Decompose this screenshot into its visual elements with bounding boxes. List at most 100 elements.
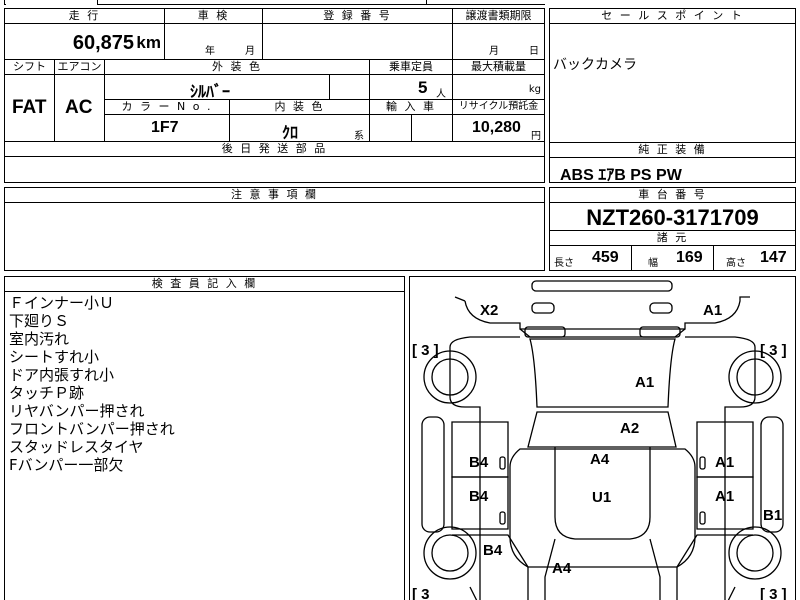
- color-no-cell: 1F7: [105, 115, 230, 142]
- transfer-day-unit: 日: [529, 46, 539, 57]
- chassis-box: 車 台 番 号 NZT260-3171709 諸 元 長さ 459 幅 169 …: [549, 187, 796, 271]
- transfer-cell: 月 日: [453, 24, 544, 60]
- inspector-line: ドア内張すれ小: [9, 366, 115, 384]
- recycle-unit: 円: [531, 131, 541, 142]
- length-cell: 長さ 459: [550, 245, 632, 271]
- interior-color-label: 内 装 色: [230, 100, 370, 115]
- inspection-label: 車 検: [165, 9, 263, 24]
- later-parts-label: 後 日 発 送 部 品: [5, 142, 544, 157]
- recycle-value: 10,280: [472, 119, 521, 136]
- car-diagram: X2 A1 A1 A2 A4 U1 A4 B4 B4 B4 A1 A1 B1 […: [412, 280, 787, 600]
- shift-value: FAT: [12, 97, 47, 118]
- equipment-value: ABS ｴｱB PS PW: [560, 167, 682, 184]
- tire-label-rear-right: [ 3 ]: [760, 586, 787, 600]
- import-cell-b: [412, 115, 453, 142]
- mileage-cell: 60,875 km: [5, 24, 165, 60]
- inspection-cell: 年 月: [165, 24, 263, 60]
- capacity-cell: 5 人: [370, 75, 453, 100]
- width-label: 幅: [648, 258, 658, 269]
- top-fragment-strip: [0, 0, 548, 6]
- car-diagram-box: X2 A1 A1 A2 A4 U1 A4 B4 B4 B4 A1 A1 B1 […: [409, 276, 796, 600]
- equipment-box: 純 正 装 備 ABS ｴｱB PS PW: [549, 142, 796, 184]
- inspector-line: 室内汚れ: [9, 330, 70, 348]
- left-side-strip: [421, 416, 445, 533]
- chassis-label: 車 台 番 号: [550, 188, 795, 203]
- height-value: 147: [760, 249, 787, 266]
- capacity-value: 5: [418, 78, 428, 97]
- mark-front-left: X2: [480, 302, 498, 319]
- exterior-color-cell: ｼﾙﾊﾞｰ: [105, 75, 330, 101]
- mark-windshield: A2: [620, 420, 639, 437]
- mark-rear: A4: [552, 560, 572, 577]
- interior-color-value: ｸﾛ: [282, 125, 299, 142]
- inspector-box: 検 査 員 記 入 欄 Ｆインナー小Ｕ 下廻りＳ 室内汚れ シートすれ小 ドア内張すれ小…: [4, 276, 405, 600]
- mark-right-rear-panel: B1: [763, 507, 782, 524]
- exterior-color-extra-cell: [330, 75, 370, 100]
- shift-label: シフト: [5, 60, 55, 75]
- inspector-line: Fバンパー一部欠: [9, 456, 124, 474]
- height-cell: 高さ 147: [714, 245, 795, 271]
- mileage-unit: km: [136, 33, 161, 52]
- front-lamp-left: [531, 302, 555, 314]
- chassis-number: NZT260-3171709: [586, 205, 759, 230]
- dims-label: 諸 元: [550, 230, 795, 246]
- color-no-label: カ ラ ー N o .: [105, 100, 230, 115]
- ac-value: AC: [65, 97, 93, 118]
- mark-front-right: A1: [703, 302, 722, 319]
- exterior-color-value: ｼﾙﾊﾞｰ: [190, 84, 231, 101]
- color-no-value: 1F7: [151, 119, 179, 136]
- mark-left-front-door: B4: [469, 454, 489, 471]
- front-lamp-right: [649, 302, 673, 314]
- sales-point-label: セ ー ル ス ポ イ ン ト: [550, 9, 795, 24]
- hood: [529, 338, 676, 408]
- recycle-cell: 10,280 円: [453, 115, 544, 142]
- capacity-label: 乗車定員: [370, 60, 453, 75]
- height-label: 高さ: [726, 258, 746, 269]
- transfer-label: 譲渡書類期限: [453, 9, 544, 24]
- dims-row: 長さ 459 幅 169 高さ 147: [550, 245, 795, 271]
- inspector-line: タッチＰ跡: [9, 384, 85, 402]
- transfer-month-unit: 月: [489, 46, 499, 57]
- mark-right-rear-door: A1: [715, 488, 734, 505]
- sales-point-box: セ ー ル ス ポ イ ン ト バックカメラ: [549, 8, 796, 143]
- max-load-cell: kg: [453, 75, 544, 100]
- notes-label: 注 意 事 項 欄: [5, 188, 544, 203]
- inspector-line: フロントバンパー押され: [9, 420, 175, 438]
- capacity-unit: 人: [436, 89, 446, 100]
- mileage-label: 走 行: [5, 9, 165, 24]
- inspection-year-unit: 年: [205, 46, 215, 57]
- max-load-label: 最大積載量: [453, 60, 544, 75]
- mark-hood: A1: [635, 374, 654, 391]
- inspector-line: シートすれ小: [9, 348, 100, 366]
- length-label: 長さ: [554, 258, 574, 269]
- mark-cabin: U1: [592, 489, 611, 506]
- tire-label-front-right: [ 3 ]: [760, 342, 787, 359]
- width-cell: 幅 169: [632, 245, 714, 271]
- tire-label-front-left: [ 3 ]: [412, 342, 439, 359]
- windshield: [527, 411, 677, 448]
- recycle-label: リサイクル預託金: [453, 100, 544, 115]
- registration-label: 登 録 番 号: [263, 9, 453, 24]
- sales-point-value: バックカメラ: [553, 57, 637, 73]
- inspector-line: スタッドレスタイヤ: [9, 438, 144, 456]
- tire-label-rear-left: [ 3: [412, 586, 430, 600]
- front-grille-top: [531, 280, 673, 292]
- mark-roof: A4: [590, 451, 610, 468]
- width-value: 169: [676, 249, 703, 266]
- inspector-label: 検 査 員 記 入 欄: [5, 277, 404, 292]
- import-label: 輸 入 車: [370, 100, 453, 115]
- shift-cell: FAT: [5, 75, 55, 142]
- headlight-line: [519, 328, 686, 338]
- inspector-line: 下廻りＳ: [9, 312, 70, 330]
- inspection-month-unit: 月: [245, 46, 255, 57]
- inspector-line: Ｆインナー小Ｕ: [9, 294, 115, 312]
- ac-label: エアコン: [55, 60, 105, 75]
- mark-right-front-door: A1: [715, 454, 734, 471]
- inspector-line: リヤバンパー押され: [9, 402, 145, 420]
- mark-left-rear-door: B4: [469, 488, 489, 505]
- notes-box: 注 意 事 項 欄: [4, 187, 545, 271]
- length-value: 459: [592, 249, 619, 266]
- interior-color-cell: ｸﾛ 系: [230, 115, 370, 142]
- max-load-unit: kg: [528, 84, 541, 95]
- ac-cell: AC: [55, 75, 105, 142]
